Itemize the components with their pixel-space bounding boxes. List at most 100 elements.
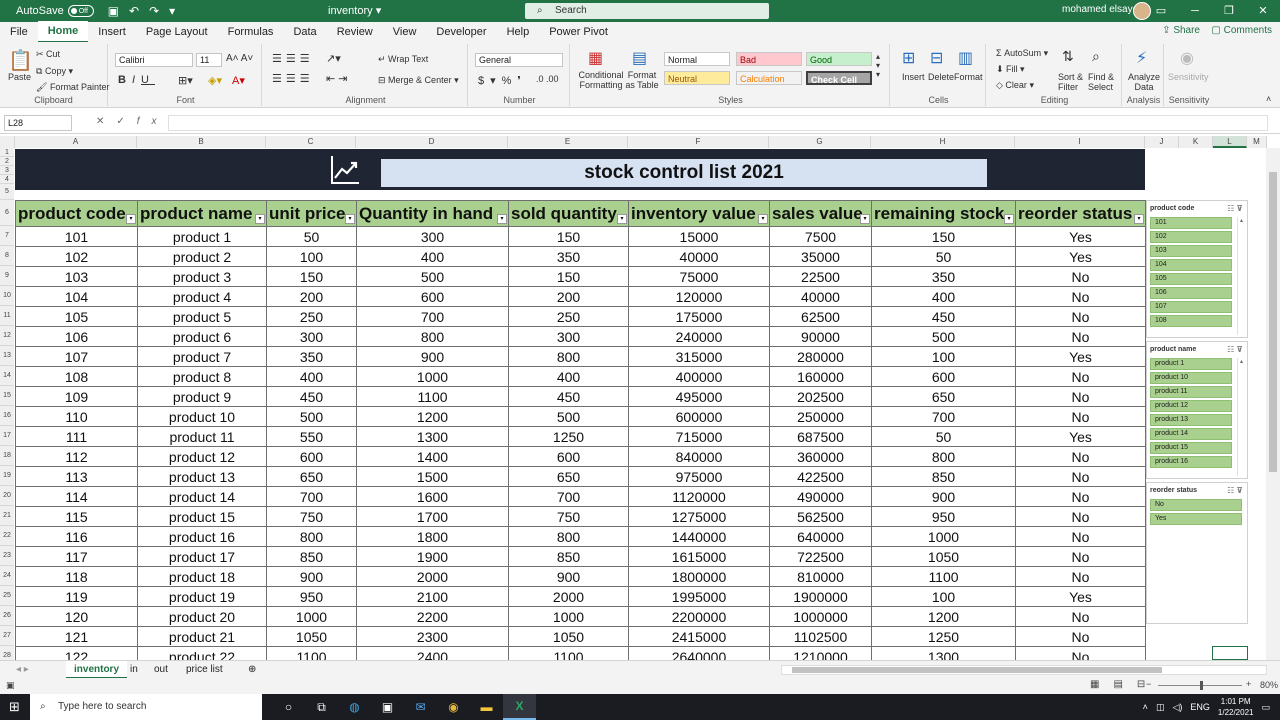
- column-header-i[interactable]: I: [1015, 136, 1145, 148]
- table-cell[interactable]: 150: [871, 226, 1016, 247]
- edge-icon[interactable]: ◍: [338, 694, 371, 720]
- paste-button[interactable]: Paste: [8, 72, 31, 82]
- table-cell[interactable]: 1800000: [628, 566, 770, 587]
- vertical-align-icons[interactable]: ☰☰☰: [272, 52, 314, 65]
- table-cell[interactable]: 500: [871, 326, 1016, 347]
- style-normal[interactable]: Normal: [664, 52, 730, 66]
- table-cell[interactable]: No: [1015, 286, 1146, 307]
- row-header-6[interactable]: 6: [0, 200, 14, 226]
- table-cell[interactable]: 115: [15, 506, 138, 527]
- table-cell[interactable]: No: [1015, 466, 1146, 487]
- table-cell[interactable]: 122: [15, 646, 138, 660]
- table-cell[interactable]: 250: [266, 306, 357, 327]
- tab-view[interactable]: View: [383, 22, 427, 42]
- restore-icon[interactable]: ❐: [1212, 0, 1246, 22]
- table-cell[interactable]: 240000: [628, 326, 770, 347]
- clear-button[interactable]: ◇ Clear ▾: [996, 80, 1034, 91]
- vertical-scrollbar[interactable]: [1266, 148, 1280, 660]
- tab-page-layout[interactable]: Page Layout: [136, 22, 218, 42]
- row-header-19[interactable]: 19: [0, 466, 14, 486]
- table-cell[interactable]: 1500: [356, 466, 509, 487]
- filter-dropdown-icon[interactable]: ▾: [758, 214, 768, 224]
- row-header-26[interactable]: 26: [0, 606, 14, 626]
- table-cell[interactable]: Yes: [1015, 226, 1146, 247]
- conditional-formatting-button[interactable]: Conditional Formatting: [576, 70, 626, 90]
- analyze-data-icon[interactable]: ⚡: [1136, 48, 1147, 68]
- table-cell[interactable]: 100: [266, 246, 357, 267]
- table-cell[interactable]: 2300: [356, 626, 509, 647]
- table-cell[interactable]: 360000: [769, 446, 872, 467]
- table-cell[interactable]: 1000000: [769, 606, 872, 627]
- table-cell[interactable]: 40000: [628, 246, 770, 267]
- tab-data[interactable]: Data: [283, 22, 326, 42]
- table-cell[interactable]: No: [1015, 506, 1146, 527]
- table-cell[interactable]: No: [1015, 306, 1146, 327]
- table-cell[interactable]: 700: [356, 306, 509, 327]
- store-icon[interactable]: ▣: [371, 694, 404, 720]
- table-cell[interactable]: 1440000: [628, 526, 770, 547]
- delete-cells-button[interactable]: Delete: [928, 72, 954, 82]
- table-cell[interactable]: 600: [266, 446, 357, 467]
- table-cell[interactable]: product 12: [137, 446, 267, 467]
- chrome-icon[interactable]: ◉: [437, 694, 470, 720]
- column-header-d[interactable]: D: [356, 136, 508, 148]
- table-cell[interactable]: No: [1015, 646, 1146, 660]
- table-cell[interactable]: No: [1015, 386, 1146, 407]
- table-cell[interactable]: No: [1015, 446, 1146, 467]
- table-cell[interactable]: 200: [266, 286, 357, 307]
- find-icon[interactable]: ⌕: [1092, 48, 1100, 65]
- table-cell[interactable]: 1200: [356, 406, 509, 427]
- wrap-text-button[interactable]: ↵ Wrap Text: [378, 54, 428, 65]
- selected-cell-l28[interactable]: [1212, 646, 1248, 660]
- table-cell[interactable]: 62500: [769, 306, 872, 327]
- table-cell[interactable]: No: [1015, 626, 1146, 647]
- filter-dropdown-icon[interactable]: ▾: [126, 214, 136, 224]
- table-cell[interactable]: 1700: [356, 506, 509, 527]
- table-cell[interactable]: 1250: [508, 426, 629, 447]
- table-cell[interactable]: product 9: [137, 386, 267, 407]
- slicer-scrollbar[interactable]: ▴: [1237, 358, 1245, 476]
- cut-button[interactable]: ✂ Cut: [36, 49, 60, 60]
- column-header-c[interactable]: C: [266, 136, 356, 148]
- filter-dropdown-icon[interactable]: ▾: [345, 214, 355, 224]
- style-calculation[interactable]: Calculation: [736, 71, 802, 85]
- table-cell[interactable]: 975000: [628, 466, 770, 487]
- column-header-k[interactable]: K: [1179, 136, 1213, 148]
- table-cell[interactable]: 117: [15, 546, 138, 567]
- table-cell[interactable]: 450: [266, 386, 357, 407]
- windows-start-icon[interactable]: ⊞: [9, 699, 20, 715]
- table-cell[interactable]: Yes: [1015, 426, 1146, 447]
- document-title[interactable]: inventory ▾: [328, 4, 381, 17]
- zoom-level[interactable]: 80%: [1260, 680, 1278, 690]
- table-cell[interactable]: 600: [508, 446, 629, 467]
- table-cell[interactable]: 1300: [356, 426, 509, 447]
- share-button[interactable]: ⇪ Share: [1162, 25, 1200, 36]
- table-cell[interactable]: 900: [266, 566, 357, 587]
- borders-icon[interactable]: ⊞▾: [178, 74, 193, 87]
- table-cell[interactable]: 1100: [871, 566, 1016, 587]
- redo-icon[interactable]: ↷: [149, 4, 159, 18]
- table-cell[interactable]: 400: [508, 366, 629, 387]
- table-cell[interactable]: 1210000: [769, 646, 872, 660]
- table-cell[interactable]: 75000: [628, 266, 770, 287]
- close-icon[interactable]: ✕: [1246, 0, 1280, 22]
- row-header-8[interactable]: 8: [0, 246, 14, 266]
- table-cell[interactable]: 2640000: [628, 646, 770, 660]
- table-cell[interactable]: 150: [508, 226, 629, 247]
- font-name-select[interactable]: Calibri: [115, 53, 193, 67]
- table-cell[interactable]: 202500: [769, 386, 872, 407]
- table-cell[interactable]: product 20: [137, 606, 267, 627]
- table-cell[interactable]: 103: [15, 266, 138, 287]
- style-good[interactable]: Good: [806, 52, 872, 66]
- table-cell[interactable]: 750: [266, 506, 357, 527]
- table-cell[interactable]: 850: [508, 546, 629, 567]
- add-sheet-icon[interactable]: ⊕: [240, 661, 264, 679]
- table-cell[interactable]: 800: [508, 346, 629, 367]
- slicer-filter-icons[interactable]: ☷ ⊽: [1227, 483, 1243, 499]
- tray-chevron-icon[interactable]: ˄: [1143, 702, 1148, 712]
- table-cell[interactable]: 280000: [769, 346, 872, 367]
- table-cell[interactable]: 400000: [628, 366, 770, 387]
- font-grow-icon[interactable]: A˄ A˅: [226, 53, 253, 64]
- table-cell[interactable]: 1400: [356, 446, 509, 467]
- number-format-select[interactable]: General: [475, 53, 563, 67]
